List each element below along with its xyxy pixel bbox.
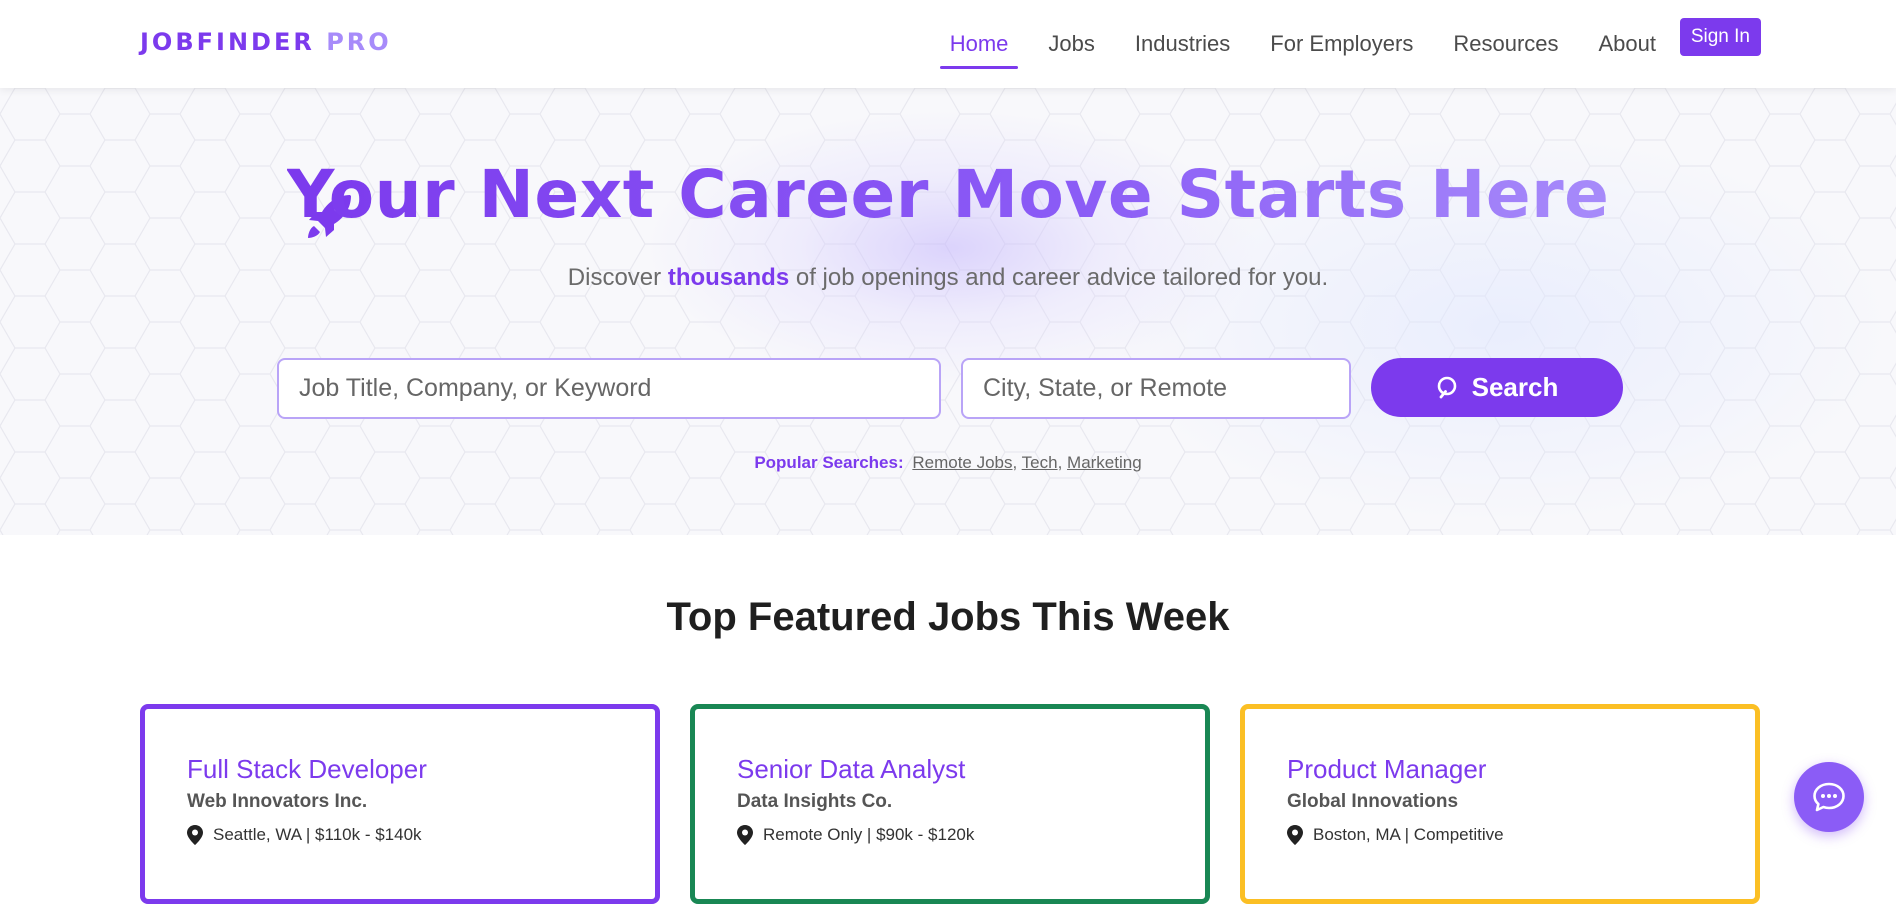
main-nav: Home Jobs Industries For Employers Resou… [920, 0, 1666, 88]
job-title[interactable]: Full Stack Developer [187, 754, 427, 785]
popular-link-tech[interactable]: Tech [1022, 453, 1058, 472]
sign-in-button[interactable]: Sign In [1679, 18, 1761, 56]
job-card[interactable]: Senior Data Analyst Data Insights Co. Re… [690, 704, 1210, 904]
nav-jobs[interactable]: Jobs [1038, 21, 1104, 67]
popular-link-marketing[interactable]: Marketing [1067, 453, 1142, 472]
hero-section: Your Next Career Move Starts Here Discov… [0, 88, 1896, 535]
logo-main: JOBFINDER [140, 28, 315, 56]
job-location: Boston, MA | Competitive [1287, 825, 1504, 845]
nav-home[interactable]: Home [939, 21, 1019, 69]
map-pin-icon [187, 825, 203, 845]
job-location: Remote Only | $90k - $120k [737, 825, 974, 845]
featured-jobs-heading: Top Featured Jobs This Week [666, 595, 1230, 639]
chat-button[interactable] [1794, 762, 1864, 832]
job-title[interactable]: Product Manager [1287, 754, 1486, 785]
hero-subtitle: Discover thousands of job openings and c… [567, 264, 1329, 291]
popular-link-remote-jobs[interactable]: Remote Jobs [912, 453, 1012, 472]
nav-about[interactable]: About [1589, 21, 1667, 67]
search-button[interactable]: Search [1371, 358, 1623, 417]
job-card[interactable]: Full Stack Developer Web Innovators Inc.… [140, 704, 660, 904]
search-button-label: Search [1471, 372, 1559, 402]
map-pin-icon [1287, 825, 1303, 845]
job-company: Global Innovations [1287, 791, 1459, 812]
popular-searches-label: Popular Searches: [754, 453, 904, 472]
job-title[interactable]: Senior Data Analyst [737, 754, 965, 785]
logo[interactable]: JOBFINDER PRO [140, 28, 392, 56]
nav-industries[interactable]: Industries [1125, 21, 1240, 67]
job-company: Data Insights Co. [737, 791, 893, 812]
chat-bubble-icon [1813, 782, 1845, 812]
keyword-input[interactable] [277, 358, 941, 419]
search-icon [1437, 376, 1456, 398]
site-header: JOBFINDER PRO Home Jobs Industries For E… [0, 0, 1896, 88]
logo-accent: PRO [326, 28, 392, 56]
nav-resources[interactable]: Resources [1443, 21, 1568, 67]
hero-title: Your Next Career Move Starts Here [286, 156, 1610, 233]
popular-searches: Popular Searches: Remote Jobs, Tech, Mar… [754, 453, 1142, 472]
job-search-form: Search [277, 358, 1623, 419]
job-card[interactable]: Product Manager Global Innovations Bosto… [1240, 704, 1760, 904]
job-company: Web Innovators Inc. [187, 791, 368, 812]
nav-for-employers[interactable]: For Employers [1260, 21, 1423, 67]
map-pin-icon [737, 825, 753, 845]
hero-glow [640, 108, 1260, 388]
job-location: Seattle, WA | $110k - $140k [187, 825, 422, 845]
location-input[interactable] [961, 358, 1351, 419]
